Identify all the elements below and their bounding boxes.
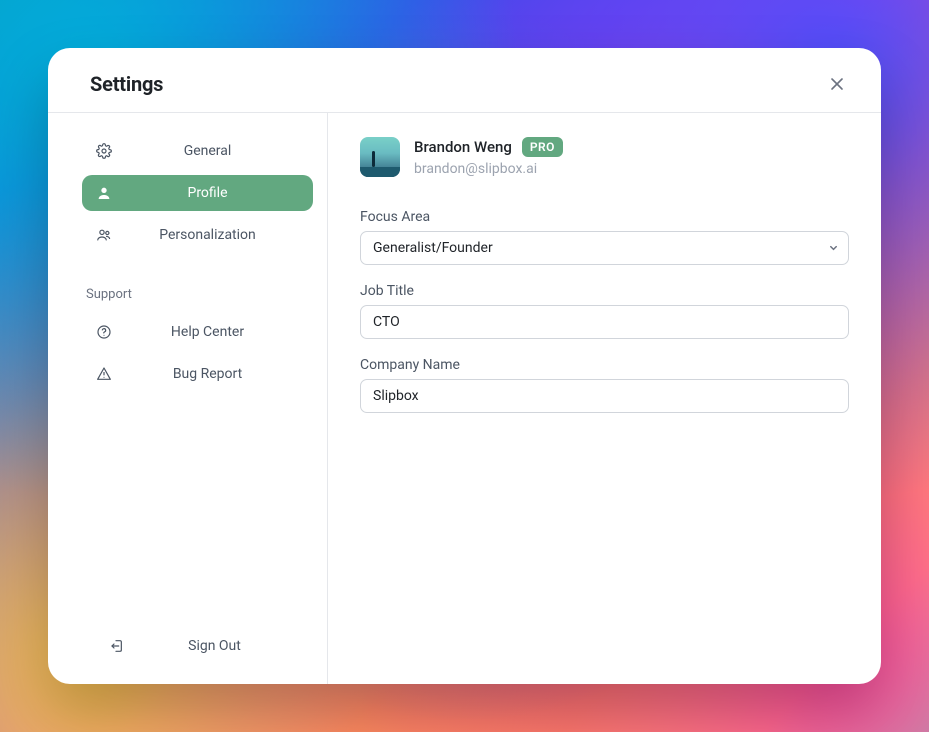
sidebar-item-personalization[interactable]: Personalization: [82, 217, 313, 253]
page-title: Settings: [90, 72, 163, 96]
sidebar-item-general[interactable]: General: [82, 133, 313, 169]
sidebar-item-label: Profile: [114, 185, 301, 201]
close-icon: [830, 77, 844, 91]
focus-area-label: Focus Area: [360, 209, 849, 225]
warning-icon: [94, 366, 114, 382]
company-label: Company Name: [360, 357, 849, 373]
company-group: Company Name: [360, 357, 849, 413]
job-title-group: Job Title: [360, 283, 849, 339]
user-email: brandon@slipbox.ai: [414, 161, 563, 177]
signout-label: Sign Out: [128, 638, 301, 654]
sidebar-item-help-center[interactable]: Help Center: [82, 314, 313, 350]
modal-body: General Profile: [48, 113, 881, 684]
user-name-row: Brandon Weng PRO: [414, 137, 563, 157]
close-button[interactable]: [825, 72, 849, 96]
user-info: Brandon Weng PRO brandon@slipbox.ai: [414, 137, 563, 177]
sidebar-item-label: General: [114, 143, 301, 159]
nav-main-group: General Profile: [82, 133, 313, 259]
nav-support-group: Help Center Bug Report: [82, 314, 313, 398]
company-input[interactable]: [360, 379, 849, 413]
gear-icon: [94, 143, 114, 159]
sidebar-item-label: Personalization: [114, 227, 301, 243]
user-icon: [94, 185, 114, 201]
settings-modal: Settings General: [48, 48, 881, 684]
job-title-input[interactable]: [360, 305, 849, 339]
users-icon: [94, 227, 114, 243]
focus-area-group: Focus Area: [360, 209, 849, 265]
sidebar-item-label: Help Center: [114, 324, 301, 340]
pro-badge: PRO: [522, 137, 563, 157]
sidebar-item-label: Bug Report: [114, 366, 301, 382]
signout-button[interactable]: Sign Out: [96, 628, 313, 664]
help-icon: [94, 324, 114, 340]
focus-area-select[interactable]: [360, 231, 849, 265]
sidebar-item-bug-report[interactable]: Bug Report: [82, 356, 313, 392]
modal-header: Settings: [48, 48, 881, 113]
signout-icon: [108, 638, 128, 654]
avatar: [360, 137, 400, 177]
user-name: Brandon Weng: [414, 138, 512, 156]
user-row: Brandon Weng PRO brandon@slipbox.ai: [360, 137, 849, 177]
content-panel: Brandon Weng PRO brandon@slipbox.ai Focu…: [328, 113, 881, 684]
sidebar: General Profile: [68, 113, 328, 684]
support-heading: Support: [82, 287, 313, 302]
sidebar-item-profile[interactable]: Profile: [82, 175, 313, 211]
focus-area-select-wrap: [360, 231, 849, 265]
job-title-label: Job Title: [360, 283, 849, 299]
